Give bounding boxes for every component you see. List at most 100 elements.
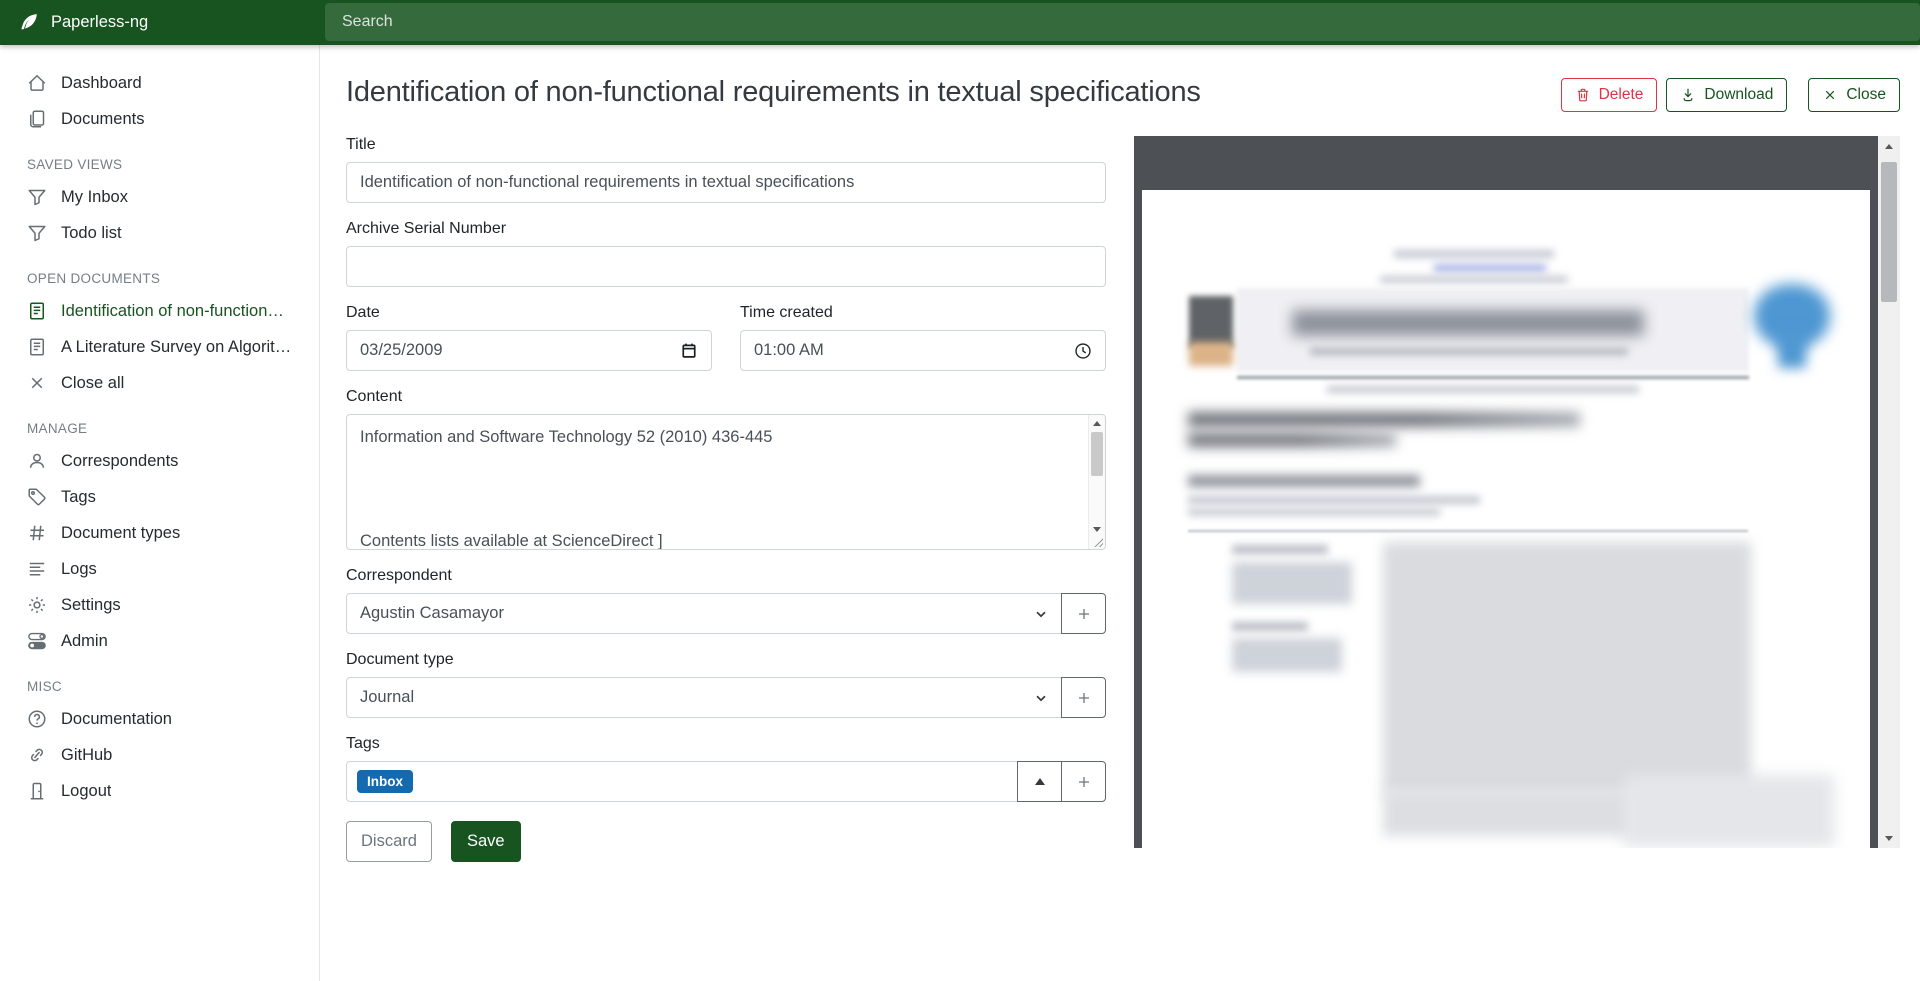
sidebar-open-doc-1[interactable]: Identification of non-functional require… xyxy=(0,293,319,329)
blurred-article-info-lines xyxy=(1232,562,1352,604)
document-type-select[interactable]: Journal xyxy=(346,677,1062,718)
blurred-abstract-block xyxy=(1383,542,1751,794)
sidebar-item-dashboard[interactable]: Dashboard xyxy=(0,65,319,101)
scroll-down-icon[interactable] xyxy=(1878,831,1900,845)
document-header: Identification of non-functional require… xyxy=(346,71,1900,113)
download-button[interactable]: Download xyxy=(1666,78,1787,112)
tags-group: Tags Inbox xyxy=(346,735,1106,802)
house-icon xyxy=(27,73,47,93)
sidebar-item-logout[interactable]: Logout xyxy=(0,773,319,809)
pdf-page xyxy=(1142,190,1870,848)
clock-icon[interactable] xyxy=(1074,342,1092,360)
pdf-scrollbar-thumb[interactable] xyxy=(1881,162,1897,302)
content-label: Content xyxy=(346,388,1106,406)
sidebar-close-all[interactable]: Close all xyxy=(0,365,319,401)
question-circle-icon xyxy=(27,709,47,729)
close-button[interactable]: Close xyxy=(1808,78,1900,112)
sidebar-item-documentation[interactable]: Documentation xyxy=(0,701,319,737)
blurred-article-info-heading xyxy=(1232,545,1328,554)
blurred-publisher-logo-base xyxy=(1189,342,1233,366)
title-input[interactable] xyxy=(346,162,1106,203)
text-lines-icon xyxy=(27,559,47,579)
person-icon xyxy=(27,451,47,471)
sidebar-item-admin[interactable]: Admin xyxy=(0,623,319,659)
top-navbar: Paperless-ng xyxy=(0,0,1920,45)
door-icon xyxy=(27,781,47,801)
sidebar-item-todo-list[interactable]: Todo list xyxy=(0,215,319,251)
calendar-icon[interactable] xyxy=(680,342,698,360)
funnel-icon xyxy=(27,223,47,243)
date-input[interactable]: 03/25/2009 xyxy=(346,330,712,371)
asn-input[interactable] xyxy=(346,246,1106,287)
hash-icon xyxy=(27,523,47,543)
title-group: Title xyxy=(346,136,1106,203)
pdf-scrollbar[interactable] xyxy=(1878,136,1900,848)
chevron-down-icon xyxy=(1034,607,1048,621)
add-correspondent-button[interactable] xyxy=(1061,593,1106,634)
download-icon xyxy=(1680,87,1696,103)
sidebar-item-github[interactable]: GitHub xyxy=(0,737,319,773)
document-type-group: Document type Journal xyxy=(346,651,1106,718)
blurred-homepage-line xyxy=(1327,386,1639,393)
feather-logo-icon xyxy=(18,12,40,34)
sidebar-item-tags[interactable]: Tags xyxy=(0,479,319,515)
open-documents-heading: OPEN DOCUMENTS xyxy=(0,251,319,293)
close-icon xyxy=(27,373,47,393)
tags-input[interactable]: Inbox xyxy=(346,761,1018,802)
scroll-down-icon[interactable] xyxy=(1089,523,1105,535)
time-created-input[interactable]: 01:00 AM xyxy=(740,330,1106,371)
asn-label: Archive Serial Number xyxy=(346,220,1106,238)
blurred-authors-line xyxy=(1188,475,1420,487)
content-textarea[interactable]: Information and Software Technology 52 (… xyxy=(346,414,1106,550)
document-type-label: Document type xyxy=(346,651,1106,669)
form-buttons: Discard Save xyxy=(346,821,1106,862)
file-text-icon xyxy=(27,337,47,357)
content-group: Content Information and Software Technol… xyxy=(346,388,1106,550)
trash-icon xyxy=(1575,87,1591,103)
pdf-viewer xyxy=(1134,136,1900,848)
delete-button[interactable]: Delete xyxy=(1561,78,1658,112)
correspondent-group: Correspondent Agustin Casamayor xyxy=(346,567,1106,634)
file-text-icon xyxy=(27,301,47,321)
add-document-type-button[interactable] xyxy=(1061,677,1106,718)
date-field-wrap: Date 03/25/2009 xyxy=(346,304,712,371)
correspondent-label: Correspondent xyxy=(346,567,1106,585)
toggles-icon xyxy=(27,631,47,651)
tags-label: Tags xyxy=(346,735,1106,753)
scroll-up-icon[interactable] xyxy=(1089,417,1105,429)
save-button[interactable]: Save xyxy=(451,821,521,862)
resize-grip-icon[interactable] xyxy=(1093,537,1103,547)
manage-heading: MANAGE xyxy=(0,401,319,443)
sidebar-item-correspondents[interactable]: Correspondents xyxy=(0,443,319,479)
blurred-abstract-block xyxy=(1624,775,1834,847)
sidebar-item-document-types[interactable]: Document types xyxy=(0,515,319,551)
content-scrollbar-thumb[interactable] xyxy=(1091,432,1103,476)
link-icon xyxy=(27,745,47,765)
blurred-publisher-logo xyxy=(1189,296,1233,348)
blurred-header-line xyxy=(1380,276,1568,283)
brand-logo[interactable]: Paperless-ng xyxy=(0,0,320,45)
content-scrollbar[interactable] xyxy=(1088,415,1105,549)
blurred-header-line xyxy=(1394,250,1554,258)
search-input[interactable] xyxy=(325,3,1920,41)
blurred-abstract-block xyxy=(1383,790,1635,836)
paperless-app: Paperless-ng Dashboard Documents SAVED V… xyxy=(0,0,1920,981)
add-tag-button[interactable] xyxy=(1061,761,1106,802)
discard-button[interactable]: Discard xyxy=(346,821,432,862)
blurred-keywords-heading xyxy=(1232,622,1308,631)
main-content: Identification of non-functional require… xyxy=(320,45,1920,981)
sidebar-open-doc-2[interactable]: A Literature Survey on Algorithms for Mu… xyxy=(0,329,319,365)
sidebar-item-my-inbox[interactable]: My Inbox xyxy=(0,179,319,215)
page-title: Identification of non-functional require… xyxy=(346,71,1201,113)
blurred-divider xyxy=(1188,530,1748,532)
tags-dropdown-button[interactable] xyxy=(1017,761,1062,802)
tag-badge-inbox[interactable]: Inbox xyxy=(357,770,413,793)
saved-views-heading: SAVED VIEWS xyxy=(0,137,319,179)
scroll-up-icon[interactable] xyxy=(1878,139,1900,153)
sidebar-item-logs[interactable]: Logs xyxy=(0,551,319,587)
correspondent-select[interactable]: Agustin Casamayor xyxy=(346,593,1062,634)
document-actions: Delete Download Close xyxy=(1541,78,1900,112)
sidebar-item-settings[interactable]: Settings xyxy=(0,587,319,623)
plus-icon xyxy=(1076,690,1092,706)
sidebar-item-documents[interactable]: Documents xyxy=(0,101,319,137)
